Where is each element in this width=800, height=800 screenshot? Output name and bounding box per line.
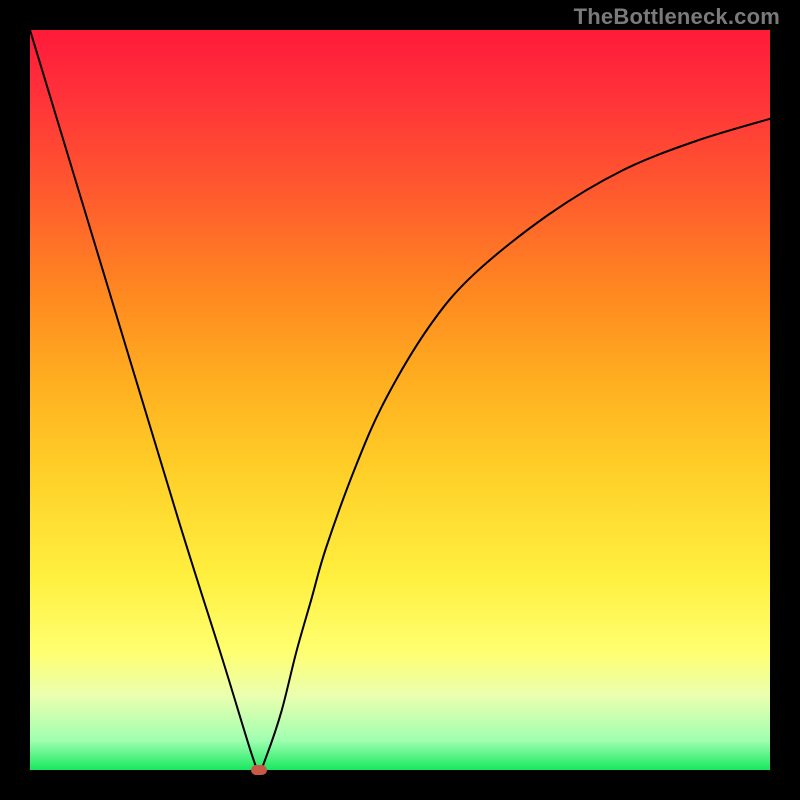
minimum-marker [251,765,267,775]
chart-frame: TheBottleneck.com [0,0,800,800]
bottleneck-curve [30,30,770,770]
watermark-text: TheBottleneck.com [574,4,780,30]
plot-area [30,30,770,770]
